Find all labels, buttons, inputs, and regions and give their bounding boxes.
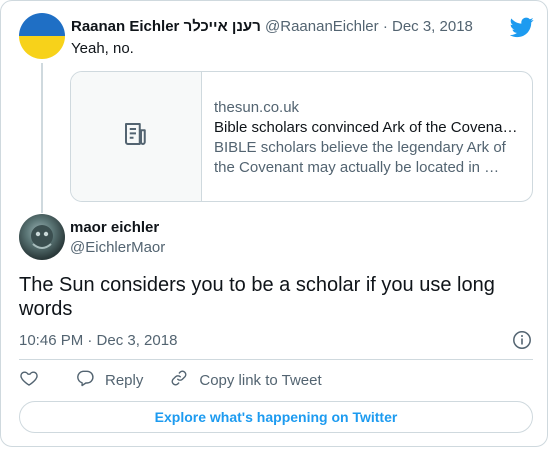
copy-link-button[interactable]: Copy link to Tweet (169, 368, 322, 394)
link-icon (169, 368, 199, 394)
link-preview-card[interactable]: thesun.co.uk Bible scholars convinced Ar… (70, 71, 533, 202)
reply-button[interactable]: Reply (75, 368, 143, 394)
reply-label: Reply (105, 372, 144, 389)
link-body: thesun.co.uk Bible scholars convinced Ar… (214, 98, 522, 178)
link-domain: thesun.co.uk (214, 99, 300, 116)
parent-display-name-hebrew[interactable]: רענן אייכלר (184, 18, 261, 35)
parent-display-name[interactable]: Raanan Eichler (71, 18, 179, 35)
divider (19, 359, 533, 360)
article-icon (121, 119, 151, 154)
reply-icon (75, 368, 105, 394)
explore-button[interactable]: Explore what's happening on Twitter (19, 401, 533, 433)
thread-line (41, 63, 43, 213)
link-thumbnail (71, 72, 202, 201)
copy-link-label: Copy link to Tweet (199, 372, 322, 389)
tweet-embed-card: Raanan Eichler רענן אייכלר @RaananEichle… (0, 0, 548, 447)
parent-handle[interactable]: @RaananEichler (265, 18, 379, 35)
link-title: Bible scholars convinced Ark of the Cove… (214, 119, 522, 136)
main-tweet-text: The Sun considers you to be a scholar if… (19, 274, 495, 320)
twitter-bird-icon[interactable] (509, 15, 534, 39)
link-description: BIBLE scholars believe the legendary Ark… (214, 139, 506, 176)
main-handle[interactable]: @EichlerMaor (70, 238, 165, 258)
parent-tweet-text: Yeah, no. (71, 40, 134, 57)
main-avatar[interactable] (19, 214, 65, 260)
tweet-timestamp[interactable]: 10:46 PM · Dec 3, 2018 (19, 331, 177, 351)
action-bar: Reply Copy link to Tweet (19, 369, 348, 393)
heart-icon (19, 368, 49, 394)
main-display-name[interactable]: maor eichler (70, 218, 159, 238)
like-button[interactable] (19, 368, 49, 394)
parent-tweet-header: Raanan Eichler רענן אייכלר @RaananEichle… (71, 17, 473, 37)
parent-avatar[interactable] (19, 13, 65, 59)
parent-separator: · (382, 18, 388, 35)
parent-date[interactable]: Dec 3, 2018 (392, 18, 473, 35)
info-icon[interactable] (512, 330, 532, 350)
